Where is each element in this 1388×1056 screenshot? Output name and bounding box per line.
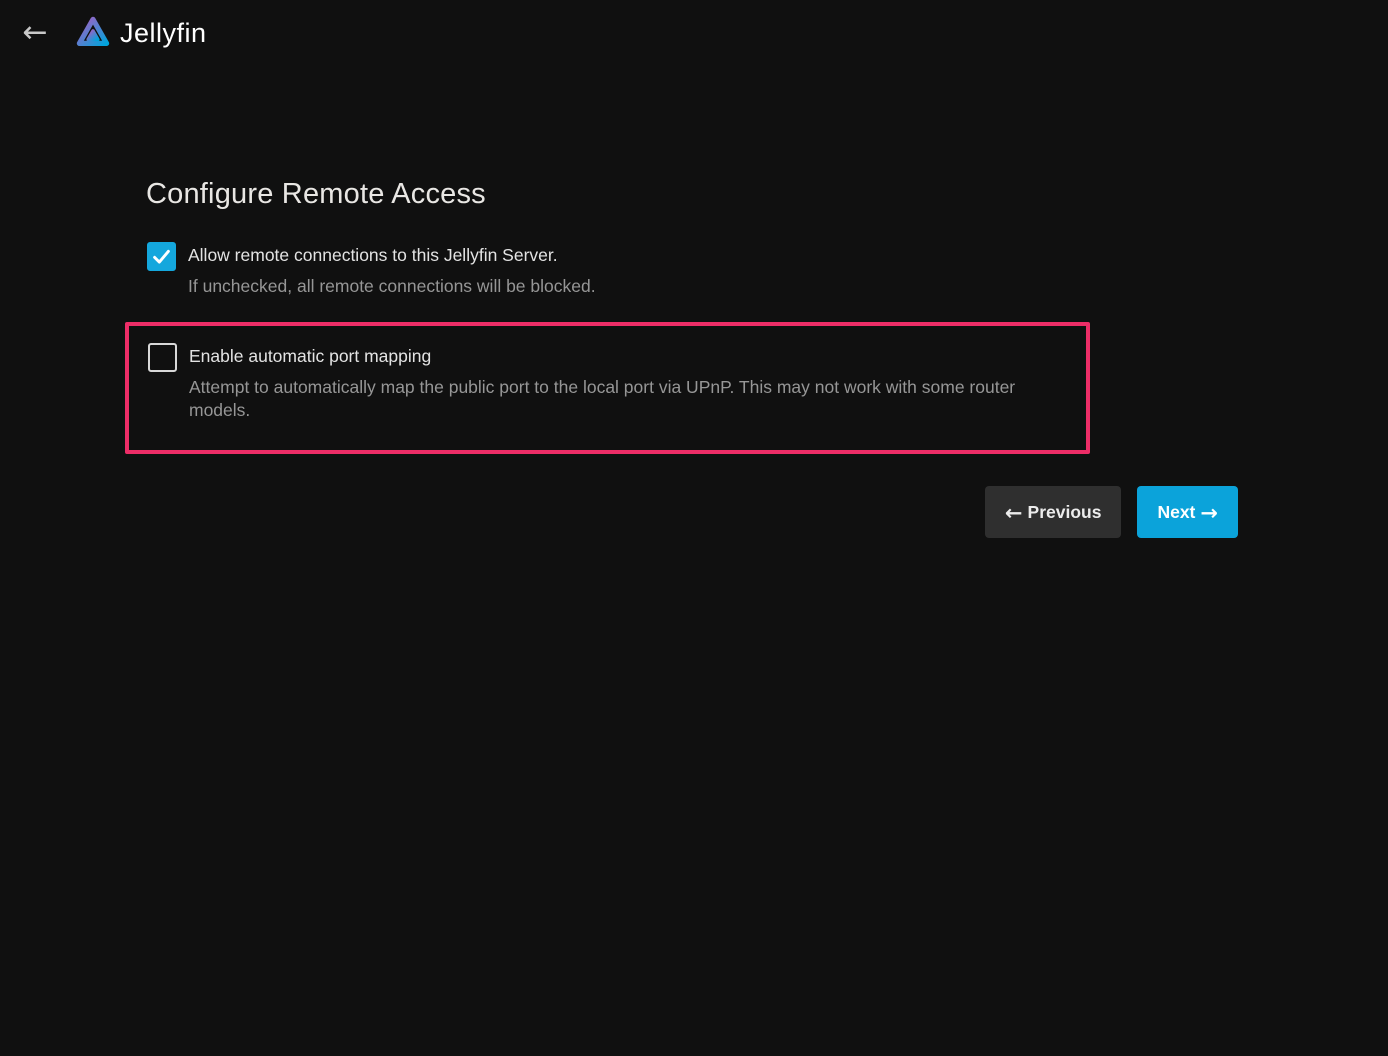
option-enable-port-mapping: Enable automatic port mapping Attempt to… xyxy=(147,343,1068,422)
wizard-nav-buttons: ← Previous Next → xyxy=(146,486,1238,538)
arrow-right-icon: → xyxy=(1200,503,1218,524)
header: ← Jellyfin xyxy=(0,0,1388,66)
wizard-page-remote-access: Configure Remote Access Allow remote con… xyxy=(146,178,1238,538)
jellyfin-logo-icon xyxy=(73,10,113,56)
option-text-block: Enable automatic port mapping Attempt to… xyxy=(189,343,1068,422)
highlight-box: Enable automatic port mapping Attempt to… xyxy=(125,322,1090,454)
app-title: Jellyfin xyxy=(120,18,207,49)
allow-remote-connections-description: If unchecked, all remote connections wil… xyxy=(188,275,596,298)
enable-port-mapping-label[interactable]: Enable automatic port mapping xyxy=(189,345,1068,368)
arrow-left-icon: ← xyxy=(22,18,47,48)
enable-port-mapping-checkbox[interactable] xyxy=(148,343,177,372)
check-icon xyxy=(149,244,174,269)
option-text-block: Allow remote connections to this Jellyfi… xyxy=(188,242,596,298)
next-button-label: Next xyxy=(1157,502,1195,523)
next-button[interactable]: Next → xyxy=(1137,486,1238,538)
previous-button[interactable]: ← Previous xyxy=(985,486,1122,538)
allow-remote-connections-checkbox[interactable] xyxy=(147,242,176,271)
option-allow-remote-connections: Allow remote connections to this Jellyfi… xyxy=(146,242,1238,298)
back-button[interactable]: ← xyxy=(17,15,53,51)
page-title: Configure Remote Access xyxy=(146,178,1238,211)
previous-button-label: Previous xyxy=(1028,502,1102,523)
allow-remote-connections-label[interactable]: Allow remote connections to this Jellyfi… xyxy=(188,244,596,267)
arrow-left-icon: ← xyxy=(1005,503,1023,524)
enable-port-mapping-description: Attempt to automatically map the public … xyxy=(189,376,1068,422)
app-logo: Jellyfin xyxy=(73,10,207,56)
